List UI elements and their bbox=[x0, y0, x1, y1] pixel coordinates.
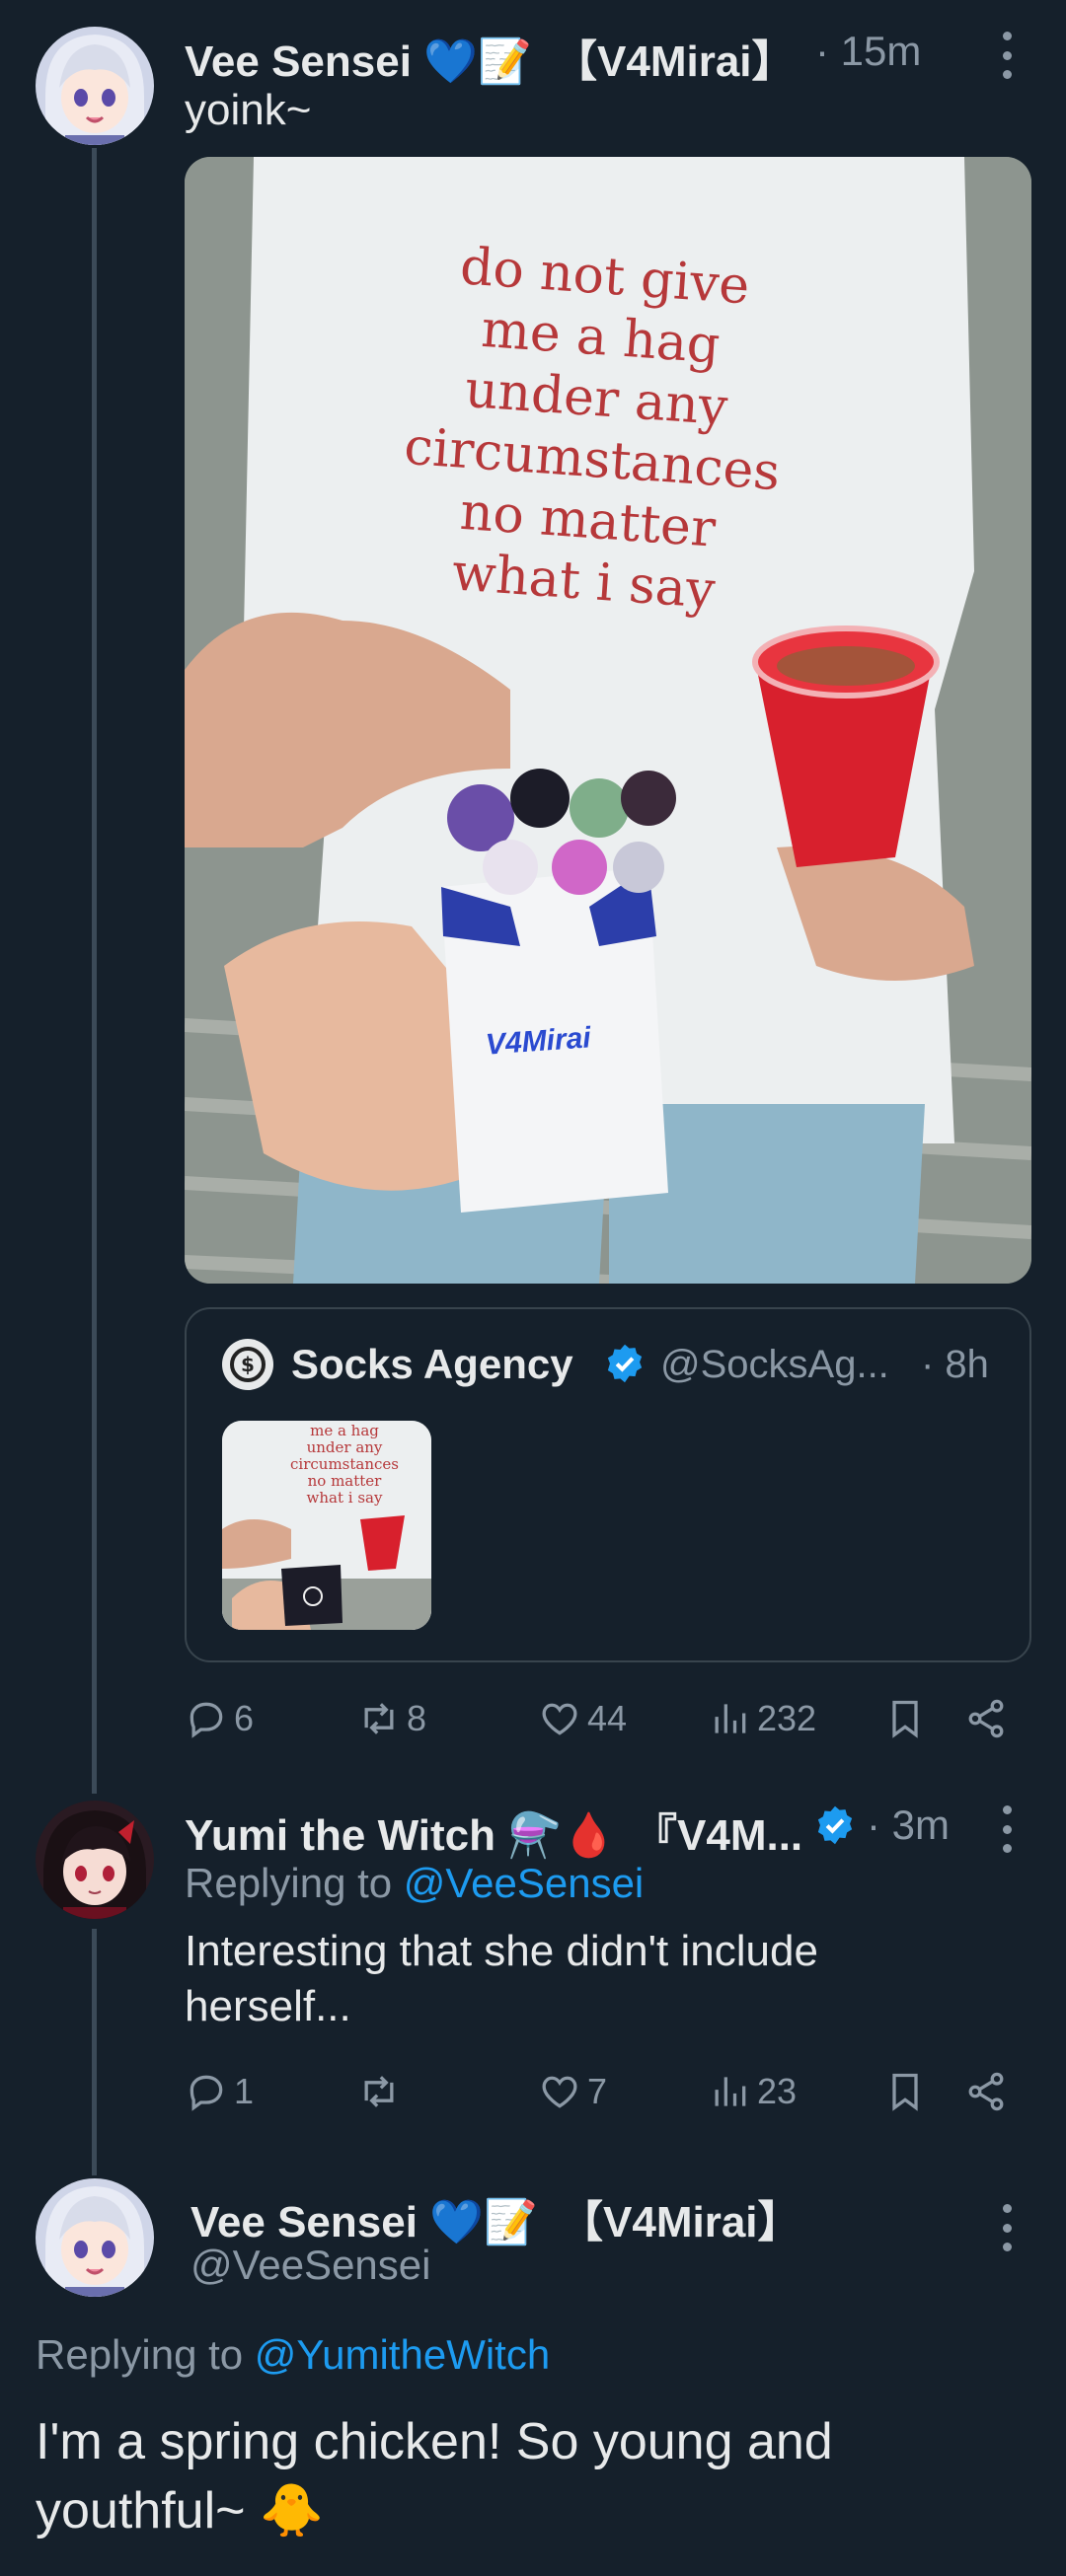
views-icon bbox=[715, 2077, 746, 2106]
reply-button[interactable]: 1 bbox=[185, 2067, 254, 2116]
heart-icon bbox=[542, 1703, 577, 1735]
avatar[interactable] bbox=[36, 2178, 154, 2297]
thread-line bbox=[92, 1929, 97, 2175]
name-tag: 『V4M... bbox=[634, 1811, 803, 1860]
like-button[interactable]: 44 bbox=[538, 1694, 627, 1743]
tweet-actions: 6 8 44 232 bbox=[185, 1694, 1014, 1743]
views-button[interactable]: 23 bbox=[708, 2067, 797, 2116]
tweet-text-line: herself... bbox=[185, 1982, 351, 2030]
svg-text:$: $ bbox=[241, 1353, 255, 1376]
bookmark-icon bbox=[892, 2073, 918, 2111]
reply-button[interactable]: 6 bbox=[185, 1694, 254, 1743]
name-emojis: 💙📝 bbox=[423, 37, 532, 87]
name-emojis: ⚗️🩸 bbox=[507, 1810, 616, 1861]
thumb-line: no matter bbox=[307, 1472, 382, 1490]
verified-badge-icon bbox=[814, 1804, 856, 1851]
thread-line bbox=[92, 148, 97, 1794]
bookmark-icon bbox=[892, 1700, 918, 1738]
quote-avatar: $ bbox=[222, 1339, 273, 1390]
replying-to-link[interactable]: @YumitheWitch bbox=[255, 2331, 550, 2378]
tweet-text-line: I'm a spring chicken! So young and bbox=[36, 2413, 833, 2470]
replying-to-link[interactable]: @VeeSensei bbox=[404, 1860, 644, 1906]
avatar[interactable] bbox=[36, 1801, 154, 1919]
display-name[interactable]: Vee Sensei 💙📝 【V4Mirai】 bbox=[185, 26, 796, 89]
share-button[interactable] bbox=[964, 2067, 1008, 2116]
replying-to: Replying to @YumitheWitch bbox=[36, 2331, 550, 2379]
quote-tweet-card[interactable]: $ Socks Agency @SocksAg... · 8h me a hag… bbox=[185, 1307, 1031, 1662]
thumb-line: me a hag bbox=[310, 1422, 379, 1439]
like-count: 44 bbox=[587, 1698, 628, 1738]
views-icon bbox=[715, 1704, 746, 1733]
tweet-text: I'm a spring chicken! So young and youth… bbox=[36, 2407, 1032, 2545]
shirt-text: do not give me a hag under any circumsta… bbox=[385, 233, 804, 626]
quote-handle: @SocksAg... bbox=[660, 1343, 889, 1386]
views-count: 23 bbox=[757, 2071, 798, 2111]
reply-count: 1 bbox=[234, 2071, 255, 2111]
reply-icon bbox=[190, 2075, 223, 2111]
thumb-line: circumstances bbox=[290, 1455, 399, 1473]
bookmark-button[interactable] bbox=[883, 2067, 927, 2116]
replying-to-label: Replying to bbox=[36, 2331, 244, 2378]
timestamp[interactable]: · 3m bbox=[867, 1802, 950, 1849]
display-name[interactable]: Yumi the Witch ⚗️🩸 『V4M... bbox=[185, 1800, 802, 1863]
repost-button[interactable] bbox=[357, 2067, 407, 2116]
repost-button[interactable]: 8 bbox=[357, 1694, 426, 1743]
like-button[interactable]: 7 bbox=[538, 2067, 607, 2116]
quote-media-thumbnail[interactable]: me a hag under any circumstances no matt… bbox=[222, 1421, 431, 1630]
share-icon bbox=[968, 2072, 1004, 2111]
more-options-icon[interactable] bbox=[1000, 32, 1014, 79]
name-tag: 【V4Mirai】 bbox=[560, 2198, 801, 2246]
bookmark-button[interactable] bbox=[883, 1694, 927, 1743]
display-name[interactable]: Vee Sensei 💙📝 【V4Mirai】 bbox=[190, 2186, 801, 2249]
repost-count: 8 bbox=[407, 1698, 427, 1738]
timestamp[interactable]: · 15m bbox=[815, 28, 921, 75]
display-name-text: Vee Sensei bbox=[185, 37, 412, 86]
views-count: 232 bbox=[757, 1698, 817, 1738]
chick-emoji: 🐥 bbox=[259, 2481, 324, 2540]
repost-icon bbox=[364, 1703, 394, 1734]
tweet-text-segment: youthful~ bbox=[36, 2482, 246, 2539]
share-button[interactable] bbox=[964, 1694, 1008, 1743]
thumb-line: what i say bbox=[306, 1489, 383, 1507]
tweet-text: Interesting that she didn't include hers… bbox=[185, 1924, 1033, 2034]
display-name-text: Vee Sensei bbox=[190, 2198, 418, 2246]
name-emojis: 💙📝 bbox=[429, 2197, 538, 2247]
verified-badge-icon bbox=[604, 1343, 646, 1389]
tweet-text-line: youthful~ 🐥 bbox=[36, 2476, 1032, 2545]
replying-to: Replying to @VeeSensei bbox=[185, 1860, 644, 1907]
reply-count: 6 bbox=[234, 1698, 255, 1738]
tweet-actions: 1 7 23 bbox=[185, 2067, 1014, 2116]
share-icon bbox=[968, 1699, 1004, 1738]
avatar[interactable] bbox=[36, 27, 154, 145]
quote-display-name: Socks Agency bbox=[291, 1341, 573, 1387]
tweet-text-line: Interesting that she didn't include bbox=[185, 1927, 818, 1975]
tweet-media-image[interactable]: do not give me a hag under any circumsta… bbox=[185, 157, 1031, 1284]
quote-time: · 8h bbox=[921, 1343, 989, 1386]
heart-icon bbox=[542, 2076, 577, 2108]
repost-icon bbox=[364, 2076, 394, 2107]
like-count: 7 bbox=[587, 2071, 608, 2111]
reply-icon bbox=[190, 1702, 223, 1738]
name-tag: 【V4Mirai】 bbox=[554, 37, 796, 86]
more-options-icon[interactable] bbox=[1000, 1805, 1014, 1853]
views-button[interactable]: 232 bbox=[708, 1694, 816, 1743]
more-options-icon[interactable] bbox=[1000, 2204, 1014, 2251]
tweet-text: yoink~ bbox=[185, 86, 312, 134]
thumb-shirt-text: me a hag under any circumstances no matt… bbox=[285, 1423, 404, 1507]
replying-to-label: Replying to bbox=[185, 1860, 393, 1906]
handle[interactable]: @VeeSensei bbox=[190, 2242, 430, 2289]
thumb-line: under any bbox=[306, 1438, 383, 1456]
display-name-text: Yumi the Witch bbox=[185, 1811, 495, 1860]
